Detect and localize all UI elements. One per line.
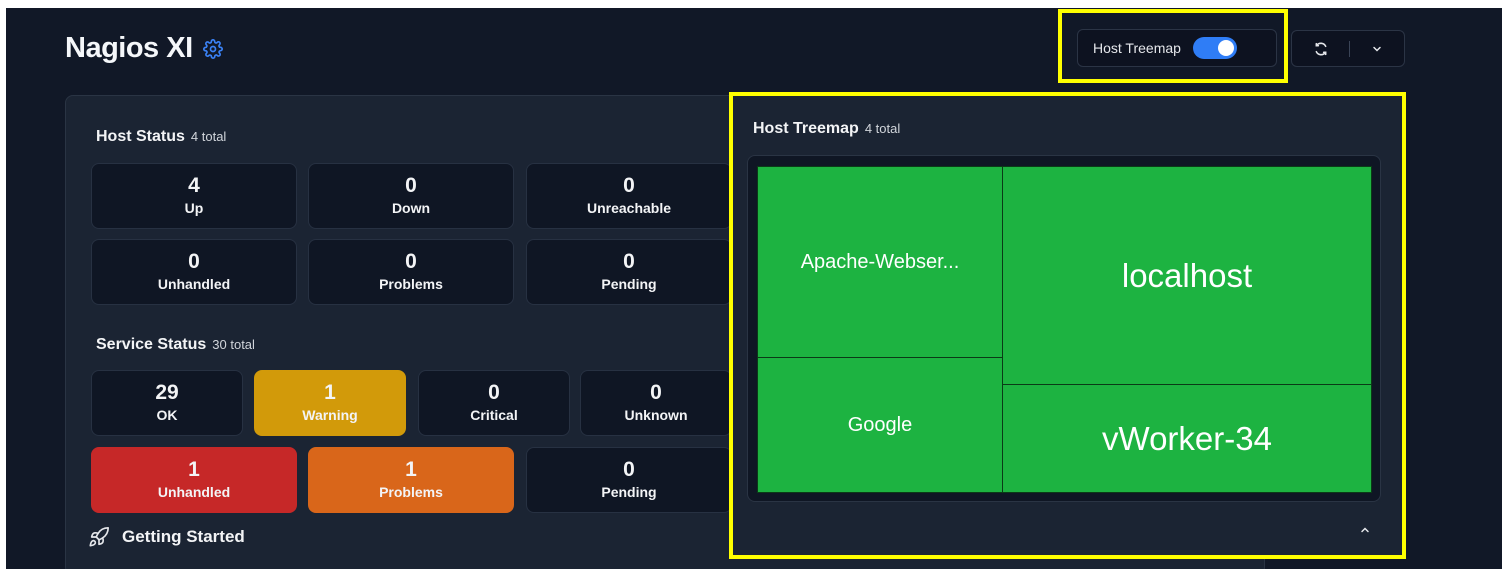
- treemap-cell-label: vWorker-34: [1102, 419, 1272, 457]
- tile-label: Pending: [601, 276, 657, 292]
- refresh-icon: [1315, 42, 1327, 55]
- tile-value: 0: [623, 250, 635, 273]
- tile-value: 0: [188, 250, 200, 273]
- tile-value: 1: [405, 458, 417, 481]
- service-warning-tile[interactable]: 1 Warning: [254, 370, 406, 436]
- refresh-button[interactable]: [1292, 31, 1349, 66]
- service-pending-tile[interactable]: 0 Pending: [526, 447, 732, 513]
- tile-label: Problems: [379, 484, 443, 500]
- tile-label: Unknown: [624, 407, 688, 423]
- tile-label: Up: [184, 200, 204, 216]
- treemap-cell-apache[interactable]: Apache-Webser...: [757, 166, 1003, 358]
- service-status-count: 30 total: [212, 337, 255, 352]
- treemap-cell-google[interactable]: Google: [757, 357, 1003, 493]
- tile-value: 0: [405, 174, 417, 197]
- service-status-title: Service Status: [96, 336, 207, 353]
- chevron-up-icon: [1361, 527, 1369, 533]
- tile-label: Critical: [470, 407, 518, 423]
- service-unknown-tile[interactable]: 0 Unknown: [580, 370, 732, 436]
- tile-value: 0: [623, 174, 635, 197]
- host-problems-tile[interactable]: 0 Problems: [308, 239, 514, 305]
- tile-value: 4: [188, 174, 200, 197]
- tile-value: 0: [488, 381, 500, 404]
- getting-started-link[interactable]: Getting Started: [88, 526, 245, 548]
- service-problems-tile[interactable]: 1 Problems: [308, 447, 514, 513]
- tile-label: Unhandled: [157, 276, 231, 292]
- host-up-tile[interactable]: 4 Up: [91, 163, 297, 229]
- service-status-heading: Service Status 30 total: [96, 336, 255, 354]
- tile-label: Warning: [302, 407, 358, 423]
- host-treemap-toggle-label: Host Treemap: [1093, 40, 1181, 56]
- tile-value: 0: [623, 458, 635, 481]
- tile-value: 0: [405, 250, 417, 273]
- host-status-heading: Host Status 4 total: [96, 128, 226, 146]
- host-pending-tile[interactable]: 0 Pending: [526, 239, 732, 305]
- host-unreachable-tile[interactable]: 0 Unreachable: [526, 163, 732, 229]
- tile-label: Problems: [379, 276, 443, 292]
- chevron-down-icon: [1373, 46, 1381, 52]
- tile-label: Down: [391, 200, 431, 216]
- treemap-cell-label: Apache-Webser...: [800, 250, 960, 273]
- host-status-title: Host Status: [96, 128, 185, 145]
- treemap-cell-label: localhost: [1121, 256, 1253, 294]
- host-treemap-chart: Apache-Webser... localhost Google vWorke…: [747, 155, 1381, 502]
- refresh-options-button[interactable]: [1350, 31, 1404, 66]
- host-down-tile[interactable]: 0 Down: [308, 163, 514, 229]
- tile-value: 0: [650, 381, 662, 404]
- host-treemap-heading: Host Treemap 4 total: [753, 120, 900, 138]
- tile-label: OK: [156, 407, 178, 423]
- page-title-text: Nagios XI: [65, 32, 193, 64]
- getting-started-label: Getting Started: [122, 527, 245, 546]
- tile-label: Unreachable: [586, 200, 672, 216]
- tile-value: 29: [155, 381, 179, 404]
- rocket-icon: [89, 527, 109, 547]
- host-treemap-toggle[interactable]: Host Treemap: [1077, 29, 1277, 67]
- tile-value: 1: [188, 458, 200, 481]
- collapse-treemap-button[interactable]: [1359, 524, 1371, 536]
- tile-label: Unhandled: [157, 484, 231, 500]
- tile-value: 1: [324, 381, 336, 404]
- gear-icon[interactable]: [202, 38, 223, 59]
- service-ok-tile[interactable]: 29 OK: [91, 370, 243, 436]
- service-critical-tile[interactable]: 0 Critical: [418, 370, 570, 436]
- host-treemap-switch[interactable]: [1192, 37, 1237, 59]
- host-status-count: 4 total: [190, 129, 227, 144]
- service-unhandled-tile[interactable]: 1 Unhandled: [91, 447, 297, 513]
- host-treemap-count: 4 total: [864, 121, 901, 136]
- host-unhandled-tile[interactable]: 0 Unhandled: [91, 239, 297, 305]
- tile-label: Pending: [601, 484, 657, 500]
- treemap-cell-localhost[interactable]: localhost: [1002, 166, 1372, 385]
- refresh-button-group: [1291, 30, 1405, 67]
- treemap-cell-label: Google: [847, 413, 913, 436]
- page-title: Nagios XI: [65, 32, 223, 65]
- host-treemap-title: Host Treemap: [753, 120, 859, 137]
- treemap-cell-vworker[interactable]: vWorker-34: [1002, 384, 1372, 493]
